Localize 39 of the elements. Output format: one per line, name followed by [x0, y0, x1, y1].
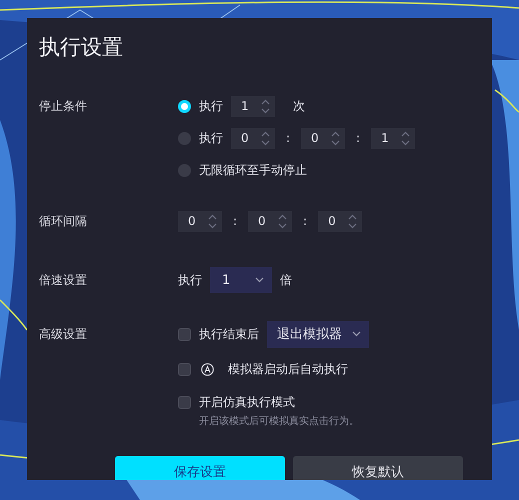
- action-dropdown[interactable]: 退出模拟器: [267, 320, 369, 348]
- radio-button[interactable]: [178, 132, 191, 144]
- radio-button[interactable]: [178, 164, 191, 176]
- checkbox[interactable]: [178, 396, 191, 408]
- number-spinner[interactable]: 0: [178, 210, 222, 232]
- speed-dropdown[interactable]: 1: [210, 267, 272, 293]
- option-label: 执行: [199, 98, 223, 114]
- hint-text: 开启该模式后可模拟真实点击行为。: [198, 415, 360, 429]
- section-label: 高级设置: [39, 326, 88, 343]
- save-button[interactable]: 保存设置: [115, 456, 285, 480]
- number-spinner[interactable]: 1: [231, 96, 275, 116]
- chevron-down-icon: [352, 331, 361, 337]
- radio-button[interactable]: [178, 100, 191, 112]
- colon-separator: :: [233, 214, 238, 228]
- unit-label: 倍: [280, 272, 292, 288]
- option-label: 开启仿真执行模式: [199, 394, 295, 410]
- option-label: 执行: [178, 272, 202, 288]
- option-label: 执行: [199, 130, 223, 146]
- number-spinner[interactable]: 0: [318, 210, 362, 232]
- number-spinner[interactable]: 1: [371, 128, 416, 148]
- chevron-down-icon: [255, 277, 264, 283]
- section-label: 循环间隔: [39, 213, 88, 230]
- circled-a-icon: [201, 362, 214, 376]
- option-label: 执行结束后: [199, 326, 259, 342]
- colon-separator: :: [303, 214, 308, 228]
- option-label: 无限循环至手动停止: [199, 162, 307, 178]
- number-spinner[interactable]: 0: [231, 128, 275, 148]
- dialog-title: 执行设置: [39, 34, 124, 61]
- checkbox[interactable]: [178, 362, 191, 376]
- unit-label: 次: [293, 98, 305, 114]
- number-spinner[interactable]: 0: [301, 128, 346, 148]
- section-label: 停止条件: [39, 98, 88, 115]
- section-label: 倍速设置: [39, 272, 88, 289]
- reset-button[interactable]: 恢复默认: [293, 456, 463, 480]
- option-label: 模拟器启动后自动执行: [228, 360, 348, 378]
- colon-separator: :: [286, 131, 290, 145]
- checkbox[interactable]: [178, 328, 191, 340]
- number-spinner[interactable]: 0: [248, 210, 292, 232]
- colon-separator: :: [356, 131, 360, 145]
